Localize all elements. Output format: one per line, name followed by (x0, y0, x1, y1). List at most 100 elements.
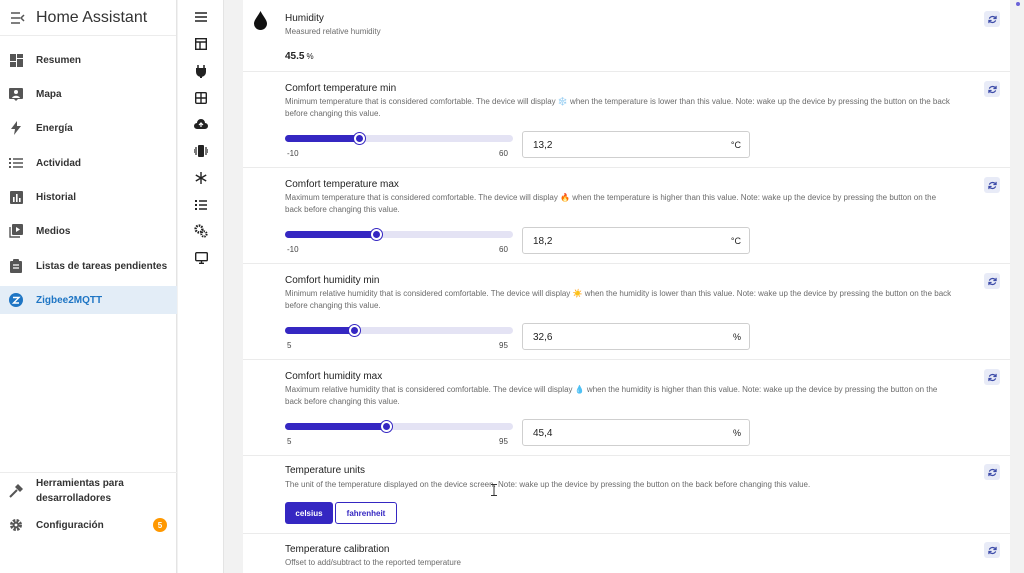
sidebar-item-mapa[interactable]: Mapa (0, 80, 177, 108)
sidebar-item-label: Mapa (36, 88, 62, 100)
text-cursor-icon (490, 483, 498, 496)
plug-icon[interactable] (192, 62, 210, 80)
sidebar-item-label: Listas de tareas pendientes (36, 260, 168, 272)
app-title: Home Assistant (36, 8, 148, 26)
value-slider[interactable] (285, 421, 513, 432)
value-slider[interactable] (285, 229, 513, 240)
setting-row: Comfort humidity min Minimum relative hum… (243, 264, 1010, 360)
sidebar-item-listas[interactable]: Listas de tareas pendientes (0, 252, 177, 280)
refresh-button[interactable] (984, 273, 1000, 289)
setting-title: Comfort humidity min (285, 275, 380, 286)
slider-thumb[interactable] (381, 421, 392, 432)
value-input[interactable]: 13,2 °C (522, 131, 750, 158)
humidity-unit: % (306, 52, 314, 61)
units-title: Temperature units (285, 465, 366, 476)
sidebar-item-resumen[interactable]: Resumen (0, 46, 177, 74)
value-input-text: 13,2 (533, 140, 553, 151)
celsius-button[interactable]: celsius (285, 502, 333, 524)
calibration-title: Temperature calibration (285, 544, 390, 555)
humidity-value: 45.5% (285, 51, 314, 62)
setting-row: Comfort temperature min Minimum temperatu… (243, 72, 1010, 168)
slider-fill (285, 231, 377, 238)
sidebar-item-label: Zigbee2MQTT (36, 294, 103, 306)
humidity-title: Humidity (285, 13, 324, 24)
map-person-icon (0, 87, 32, 101)
snowflake-icon[interactable] (192, 169, 210, 187)
sidebar-item-configuracion[interactable]: Configuración 5 (0, 511, 177, 539)
grid-icon[interactable] (192, 89, 210, 107)
slider-min-label: 5 (287, 437, 292, 446)
cloud-upload-icon[interactable] (192, 115, 210, 133)
value-input-unit: °C (730, 236, 741, 246)
slider-min-label: 5 (287, 341, 292, 350)
value-input-text: 45,4 (533, 428, 553, 439)
sidebar-item-zigbee2mqtt[interactable]: Zigbee2MQTT (0, 286, 177, 314)
monitor-icon[interactable] (192, 249, 210, 267)
menu-icon[interactable] (192, 8, 210, 26)
units-desc: The unit of the temperature displayed on… (285, 480, 811, 489)
sidebar-item-energia[interactable]: Energía (0, 114, 177, 142)
value-input-unit: % (732, 428, 741, 438)
hammer-icon (0, 484, 32, 498)
setting-desc: Minimum temperature that is considered c… (285, 97, 950, 118)
humidity-desc: Measured relative humidity (285, 27, 381, 36)
slider-min-label: -10 (287, 149, 299, 158)
refresh-button[interactable] (984, 369, 1000, 385)
value-input-unit: % (732, 332, 741, 342)
fahrenheit-button[interactable]: fahrenheit (335, 502, 397, 524)
list-icon (0, 157, 32, 169)
dashboard-icon[interactable] (192, 35, 210, 53)
clipboard-list-icon (0, 259, 32, 273)
sidebar-divider (0, 472, 177, 473)
slider-fill (285, 327, 355, 334)
gear-icon (0, 518, 32, 532)
sidebar-item-historial[interactable]: Historial (0, 183, 177, 211)
value-slider[interactable] (285, 325, 513, 336)
refresh-button[interactable] (984, 177, 1000, 193)
list-icon[interactable] (192, 196, 210, 214)
refresh-button[interactable] (984, 81, 1000, 97)
humidity-row: Humidity Measured relative humidity 45.5… (243, 0, 1010, 72)
slider-thumb[interactable] (349, 325, 360, 336)
sidebar-item-actividad[interactable]: Actividad (0, 149, 177, 177)
vibrate-icon[interactable] (192, 142, 210, 160)
sidebar-item-label: Resumen (36, 54, 82, 66)
value-input[interactable]: 32,6% (522, 323, 750, 350)
slider-max-label: 95 (499, 341, 508, 350)
setting-desc: Minimum relative humidity that is consid… (285, 289, 952, 310)
slider-max-label: 60 (499, 245, 508, 254)
menu-collapse-icon[interactable] (0, 11, 36, 24)
slider-fill (285, 135, 360, 142)
lightning-icon (0, 121, 32, 135)
sidebar-item-developer-tools[interactable]: Herramientas para desarrolladores (0, 476, 177, 506)
slider-max-label: 95 (499, 437, 508, 446)
sidebar-item-label: Medios (36, 225, 71, 237)
setting-row: Comfort humidity max Maximum relative hum… (243, 360, 1010, 456)
settings-card: Humidity Measured relative humidity 45.5… (243, 0, 1010, 573)
value-input-unit: °C (730, 140, 741, 150)
sidebar-item-label: Configuración (36, 519, 104, 531)
value-input[interactable]: 18,2 °C (522, 227, 750, 254)
temperature-calibration-row: Temperature calibration Offset to add/su… (243, 534, 1010, 573)
slider-min-label: -10 (287, 245, 299, 254)
notification-badge: 5 (153, 518, 167, 532)
slider-thumb[interactable] (371, 229, 382, 240)
setting-title: Comfort temperature min (285, 83, 397, 94)
value-slider[interactable] (285, 133, 513, 144)
value-input[interactable]: 45,4% (522, 419, 750, 446)
setting-desc: Maximum relative humidity that is consid… (285, 385, 938, 406)
slider-fill (285, 423, 387, 430)
sidebar-item-medios[interactable]: Medios (0, 217, 177, 245)
setting-title: Comfort humidity max (285, 371, 383, 382)
scroll-indicator (1016, 2, 1020, 6)
dev-tools-line1: Herramientas para (36, 478, 124, 489)
value-input-text: 32,6 (533, 332, 553, 343)
refresh-button[interactable] (984, 542, 1000, 558)
slider-thumb[interactable] (354, 133, 365, 144)
play-box-multiple-icon (0, 224, 32, 238)
setting-row: Comfort temperature max Maximum temperatu… (243, 168, 1010, 264)
sidebar-header: Home Assistant (0, 0, 176, 36)
refresh-button[interactable] (984, 464, 1000, 480)
cogs-icon[interactable] (192, 222, 210, 240)
refresh-button[interactable] (984, 11, 1000, 27)
